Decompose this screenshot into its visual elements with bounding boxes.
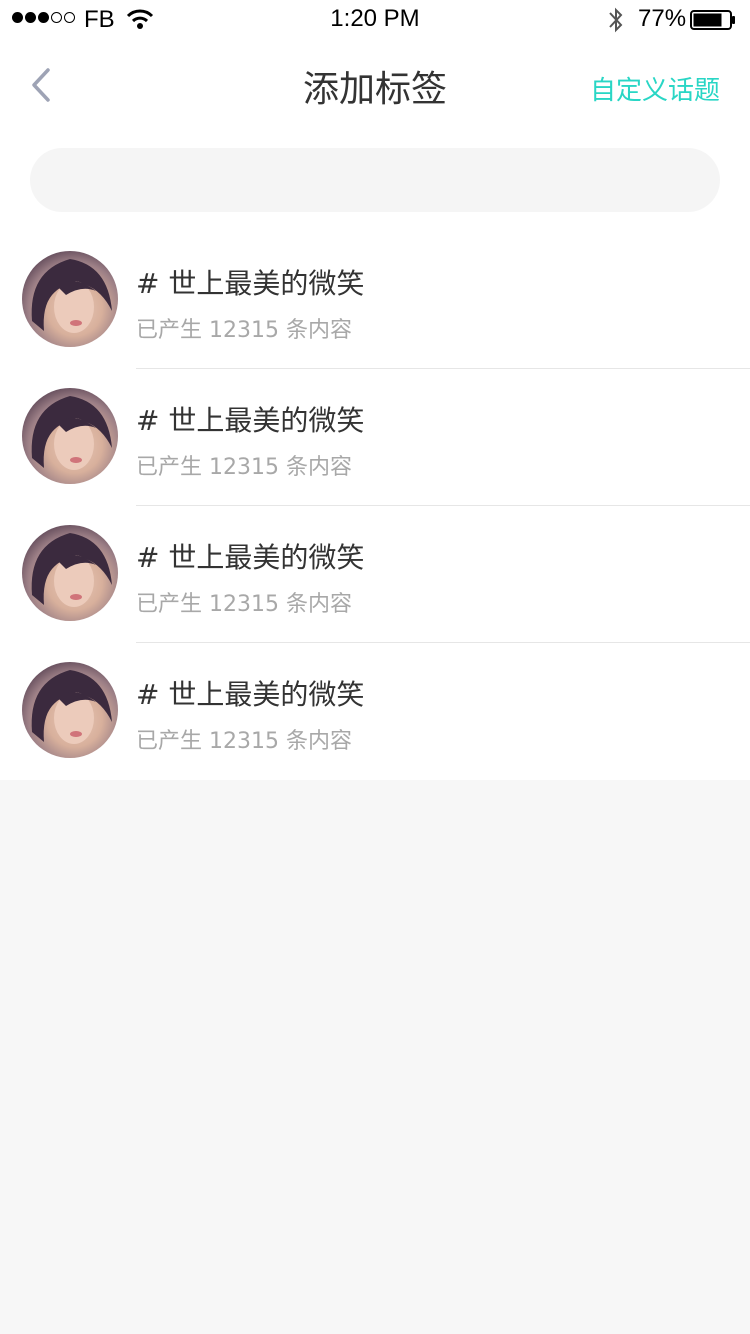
topic-count: 已产生 12315 条内容 [136, 455, 352, 480]
bluetooth-icon [609, 7, 623, 33]
content-area: FB 1:20 PM 77% 添加标签 自定义话题 # 世上最美的微笑 已产生 … [0, 0, 750, 780]
topic-avatar [22, 662, 118, 758]
battery-percent: 77% [638, 5, 687, 32]
topic-title: # 世上最美的微笑 [136, 267, 365, 300]
topic-item[interactable]: # 世上最美的微笑 已产生 12315 条内容 [0, 369, 750, 506]
topic-count: 已产生 12315 条内容 [136, 592, 352, 617]
topic-avatar [22, 525, 118, 621]
topic-item[interactable]: # 世上最美的微笑 已产生 12315 条内容 [0, 506, 750, 643]
status-bar: FB 1:20 PM 77% [0, 0, 750, 40]
topic-count: 已产生 12315 条内容 [136, 318, 352, 343]
topic-avatar [22, 388, 118, 484]
custom-topic-button[interactable]: 自定义话题 [590, 70, 720, 107]
topic-title: # 世上最美的微笑 [136, 404, 365, 437]
topic-item[interactable]: # 世上最美的微笑 已产生 12315 条内容 [0, 643, 750, 780]
search-input[interactable] [30, 148, 720, 212]
battery-icon [690, 10, 735, 30]
topic-list: # 世上最美的微笑 已产生 12315 条内容 # 世上最美的微笑 已产生 12… [0, 232, 750, 780]
topic-title: # 世上最美的微笑 [136, 678, 365, 711]
topic-count: 已产生 12315 条内容 [136, 729, 352, 754]
topic-item[interactable]: # 世上最美的微笑 已产生 12315 条内容 [0, 232, 750, 369]
nav-bar: 添加标签 自定义话题 [0, 40, 750, 130]
topic-title: # 世上最美的微笑 [136, 541, 365, 574]
topic-avatar [22, 251, 118, 347]
